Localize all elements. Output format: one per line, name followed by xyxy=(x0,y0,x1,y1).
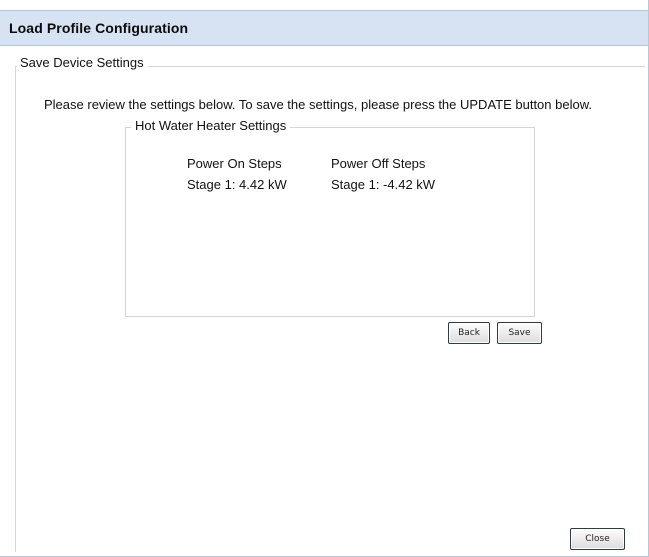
power-off-stage-1: Stage 1: -4.42 kW xyxy=(331,177,436,192)
back-button[interactable]: Back xyxy=(448,322,490,344)
save-device-settings-legend: Save Device Settings xyxy=(17,55,148,70)
save-button[interactable]: Save xyxy=(497,322,542,344)
load-profile-dialog: Load Profile Configuration Save Device S… xyxy=(0,0,649,557)
power-on-steps-header: Power On Steps xyxy=(187,156,282,171)
close-button[interactable]: Close xyxy=(570,528,625,550)
power-on-stage-1: Stage 1: 4.42 kW xyxy=(187,177,287,192)
hot-water-heater-settings-legend: Hot Water Heater Settings xyxy=(131,118,291,133)
power-off-steps-header: Power Off Steps xyxy=(331,156,426,171)
dialog-title-bar: Load Profile Configuration xyxy=(0,10,648,46)
review-instructions: Please review the settings below. To sav… xyxy=(44,97,592,112)
dialog-title: Load Profile Configuration xyxy=(9,20,189,36)
